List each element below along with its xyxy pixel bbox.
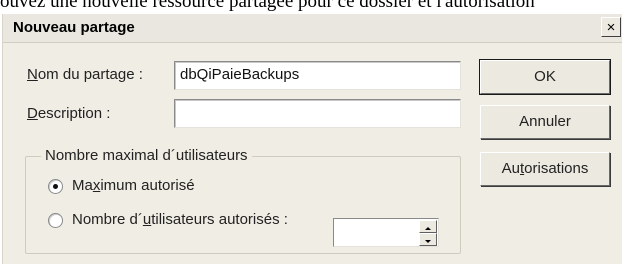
ok-button-label: OK [534,68,556,85]
close-button[interactable]: × [601,17,621,37]
max-users-group-title: Nombre maximal d´utilisateurs [41,147,252,164]
dialog-title: Nouveau partage [13,19,135,36]
radio-selected-dot [53,184,58,189]
cancel-button-label: Annuler [519,113,571,130]
radio-maximum-allowed[interactable] [48,179,63,194]
description-input[interactable] [174,99,461,128]
share-name-label: Nom du partage : [27,66,143,83]
new-share-dialog: Nouveau partage × Nom du partage : dbQiP… [2,14,622,264]
spin-up-button[interactable] [419,220,437,233]
close-icon: × [606,18,616,36]
radio-maximum-allowed-label[interactable]: Maximum autorisé [72,177,195,194]
arrow-down-icon [425,240,431,243]
share-name-input[interactable]: dbQiPaieBackups [174,61,461,90]
allowed-users-spinbox[interactable] [333,218,439,247]
share-name-value: dbQiPaieBackups [180,66,300,83]
description-label: Description : [27,105,110,122]
cancel-button[interactable]: Annuler [480,105,610,139]
radio-allowed-users[interactable] [48,213,63,228]
permissions-button[interactable]: Autorisations [480,152,610,186]
share-name-label-text: om du partage : [37,66,143,83]
background-text: ouvez une nouvelle ressource partagée po… [0,0,535,12]
spin-down-button[interactable] [419,233,437,246]
description-accel: D [27,105,38,122]
description-label-text: escription : [37,105,111,122]
title-bar[interactable]: Nouveau partage × [3,14,622,43]
ok-button[interactable]: OK [479,59,611,95]
share-name-accel: N [27,66,38,83]
radio-allowed-users-label[interactable]: Nombre d´utilisateurs autorisés : [72,211,288,228]
